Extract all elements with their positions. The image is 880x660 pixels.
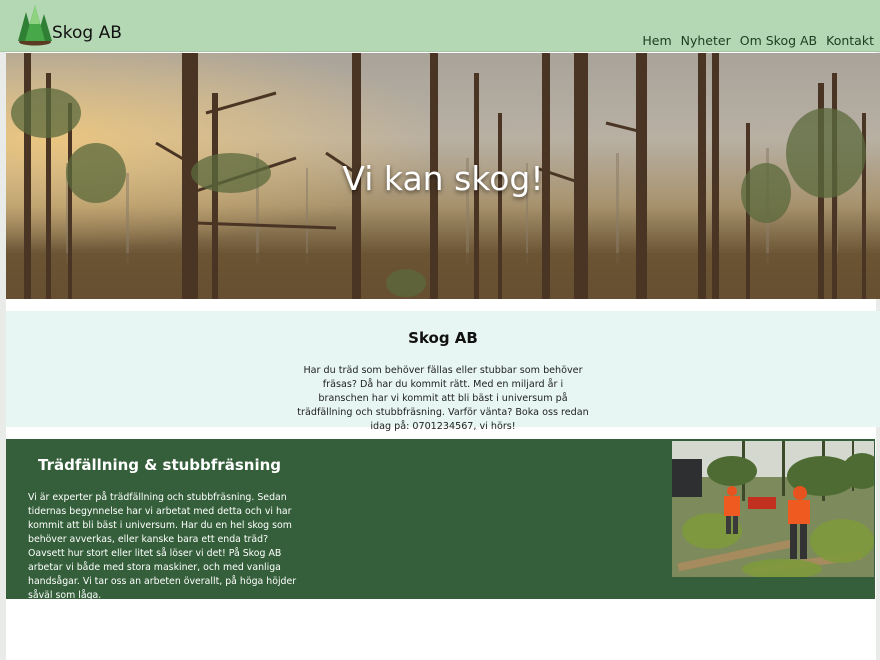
tree-logo-icon[interactable] xyxy=(17,4,53,46)
hero-title: Vi kan skog! xyxy=(342,159,544,198)
nav-kontakt[interactable]: Kontakt xyxy=(826,33,874,48)
service-title: Trädfällning & stubbfräsning xyxy=(38,456,281,474)
nav-nyheter[interactable]: Nyheter xyxy=(681,33,731,48)
hero-banner: Vi kan skog! xyxy=(6,53,880,299)
nav-om-skog-ab[interactable]: Om Skog AB xyxy=(740,33,817,48)
service-section: Trädfällning & stubbfräsning Vi är exper… xyxy=(6,439,875,601)
intro-section: Skog AB Har du träd som behöver fällas e… xyxy=(6,311,880,432)
page: Skog AB Hem Nyheter Om Skog AB Kontakt V… xyxy=(0,0,880,660)
main-nav: Hem Nyheter Om Skog AB Kontakt xyxy=(642,33,874,48)
brand-name[interactable]: Skog AB xyxy=(52,23,122,43)
nav-hem[interactable]: Hem xyxy=(642,33,671,48)
intro-text: Har du träd som behöver fällas eller stu… xyxy=(297,365,589,432)
tree-felling-photo xyxy=(672,441,874,577)
service-text: Vi är experter på trädfällning och stubb… xyxy=(28,492,297,601)
intro-title: Skog AB xyxy=(408,329,478,347)
site-header: Skog AB Hem Nyheter Om Skog AB Kontakt xyxy=(0,0,880,52)
